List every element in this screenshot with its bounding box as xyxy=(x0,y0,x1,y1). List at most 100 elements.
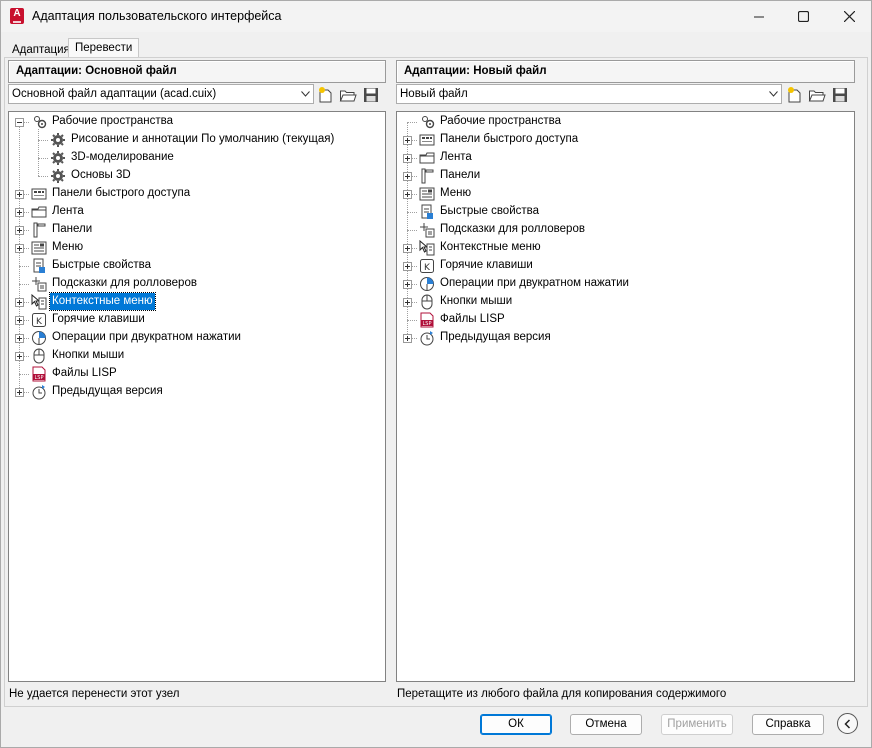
tab-customize[interactable]: Адаптация xyxy=(5,40,77,58)
expand-icon[interactable] xyxy=(403,244,412,253)
tree-node[interactable]: Рисование и аннотации По умолчанию (теку… xyxy=(9,131,385,149)
tree-connector xyxy=(19,374,29,375)
tree-node-label: Операции при двукратном нажатии xyxy=(52,331,241,343)
expand-icon[interactable] xyxy=(403,280,412,289)
save-icon[interactable] xyxy=(831,86,849,104)
ribbon-icon xyxy=(419,152,435,164)
tree-node[interactable]: Лента xyxy=(9,203,385,221)
tree-connector xyxy=(407,122,417,123)
right-file-combo[interactable]: Новый файл xyxy=(396,84,782,104)
tree-node[interactable]: LSP Файлы LISP xyxy=(9,365,385,383)
collapse-button[interactable] xyxy=(837,713,858,734)
tree-node[interactable]: Панели быстрого доступа xyxy=(397,131,854,149)
tree-node-label: Предыдущая версия xyxy=(52,385,163,397)
new-file-icon[interactable] xyxy=(317,86,335,104)
collapse-icon[interactable] xyxy=(15,118,24,127)
tree-node[interactable]: Операции при двукратном нажатии xyxy=(9,329,385,347)
expand-icon[interactable] xyxy=(15,298,24,307)
left-status-text: Не удается перенести этот узел xyxy=(9,688,180,700)
tab-transfer[interactable]: Перевести xyxy=(68,38,140,58)
expand-icon[interactable] xyxy=(403,136,412,145)
open-folder-icon[interactable] xyxy=(339,86,357,104)
tree-node[interactable]: Основы 3D xyxy=(9,167,385,185)
tree-node-label: Подсказки для ролловеров xyxy=(440,223,585,235)
quick-properties-icon xyxy=(421,204,433,219)
help-button[interactable]: Справка xyxy=(752,714,824,735)
maximize-button[interactable] xyxy=(780,1,826,32)
legacy-icon xyxy=(32,385,46,400)
tree-node[interactable]: Контекстные меню xyxy=(397,239,854,257)
menu-icon xyxy=(31,241,47,255)
save-icon[interactable] xyxy=(362,86,380,104)
tree-node[interactable]: Кнопки мыши xyxy=(397,293,854,311)
expand-icon[interactable] xyxy=(15,388,24,397)
tree-node[interactable]: Панели быстрого доступа xyxy=(9,185,385,203)
rollover-tooltips-icon xyxy=(32,277,47,292)
tree-connector xyxy=(407,320,417,321)
left-file-combo[interactable]: Основной файл адаптации (acad.cuix) xyxy=(8,84,314,104)
tree-node[interactable]: Быстрые свойства xyxy=(397,203,854,221)
tree-node[interactable]: K Горячие клавиши xyxy=(9,311,385,329)
tree-node[interactable]: Рабочие пространства xyxy=(9,113,385,131)
expand-icon[interactable] xyxy=(15,334,24,343)
expand-icon[interactable] xyxy=(403,190,412,199)
toolbars-icon xyxy=(421,168,434,184)
tree-node[interactable]: Подсказки для ролловеров xyxy=(9,275,385,293)
expand-icon[interactable] xyxy=(15,226,24,235)
mouse-buttons-icon xyxy=(421,294,433,310)
left-file-combo-value: Основной файл адаптации (acad.cuix) xyxy=(12,88,217,100)
expand-icon[interactable] xyxy=(403,334,412,343)
tree-node[interactable]: Предыдущая версия xyxy=(9,383,385,401)
cancel-button[interactable]: Отмена xyxy=(570,714,642,735)
menu-icon xyxy=(419,187,435,201)
tree-node-label: Операции при двукратном нажатии xyxy=(440,277,629,289)
tree-node[interactable]: Рабочие пространства xyxy=(397,113,854,131)
close-button[interactable] xyxy=(826,1,872,32)
tree-node[interactable]: Панели xyxy=(9,221,385,239)
expand-icon[interactable] xyxy=(403,262,412,271)
workspaces-icon xyxy=(422,116,435,129)
tree-node[interactable]: Панели xyxy=(397,167,854,185)
tree-node[interactable]: Быстрые свойства xyxy=(9,257,385,275)
tree-node-label: Рабочие пространства xyxy=(440,115,561,127)
expand-icon[interactable] xyxy=(403,154,412,163)
quick-access-toolbar-icon xyxy=(31,188,47,200)
new-file-icon[interactable] xyxy=(786,86,804,104)
toolbars-icon xyxy=(33,222,46,238)
tree-node[interactable]: K Горячие клавиши xyxy=(397,257,854,275)
tree-node-label: Кнопки мыши xyxy=(440,295,513,307)
workspaces-icon xyxy=(34,116,47,129)
expand-icon[interactable] xyxy=(15,244,24,253)
apply-button[interactable]: Применить xyxy=(661,714,733,735)
tree-connector xyxy=(38,140,48,141)
tree-node[interactable]: Подсказки для ролловеров xyxy=(397,221,854,239)
tree-node-label: Рабочие пространства xyxy=(52,115,173,127)
minimize-button[interactable] xyxy=(736,1,782,32)
tree-node[interactable]: Контекстные меню xyxy=(9,292,385,311)
open-folder-icon[interactable] xyxy=(808,86,826,104)
tree-node[interactable]: Лента xyxy=(397,149,854,167)
expand-icon[interactable] xyxy=(403,298,412,307)
quick-access-toolbar-icon xyxy=(419,134,435,146)
tree-node-label: Панели xyxy=(52,223,93,235)
expand-icon[interactable] xyxy=(403,172,412,181)
tree-node[interactable]: Меню xyxy=(397,185,854,203)
tree-node[interactable]: Операции при двукратном нажатии xyxy=(397,275,854,293)
tree-node[interactable]: Кнопки мыши xyxy=(9,347,385,365)
expand-icon[interactable] xyxy=(15,352,24,361)
expand-icon[interactable] xyxy=(15,208,24,217)
tree-connector xyxy=(38,176,48,177)
tree-node[interactable]: LSP Файлы LISP xyxy=(397,311,854,329)
tree-node[interactable]: Предыдущая версия xyxy=(397,329,854,347)
tree-node-label: 3D-моделирование xyxy=(71,151,174,163)
expand-icon[interactable] xyxy=(15,190,24,199)
left-panel-header: Адаптации: Основной файл xyxy=(8,60,386,83)
ok-button[interactable]: ОК xyxy=(480,714,552,735)
tree-node[interactable]: 3D-моделирование xyxy=(9,149,385,167)
quick-properties-icon xyxy=(33,258,45,273)
cui-dialog: A Адаптация пользовательского интерфейса… xyxy=(0,0,872,748)
tree-node-label: Лента xyxy=(440,151,472,163)
expand-icon[interactable] xyxy=(15,316,24,325)
double-click-icon xyxy=(32,331,46,345)
tree-node[interactable]: Меню xyxy=(9,239,385,257)
